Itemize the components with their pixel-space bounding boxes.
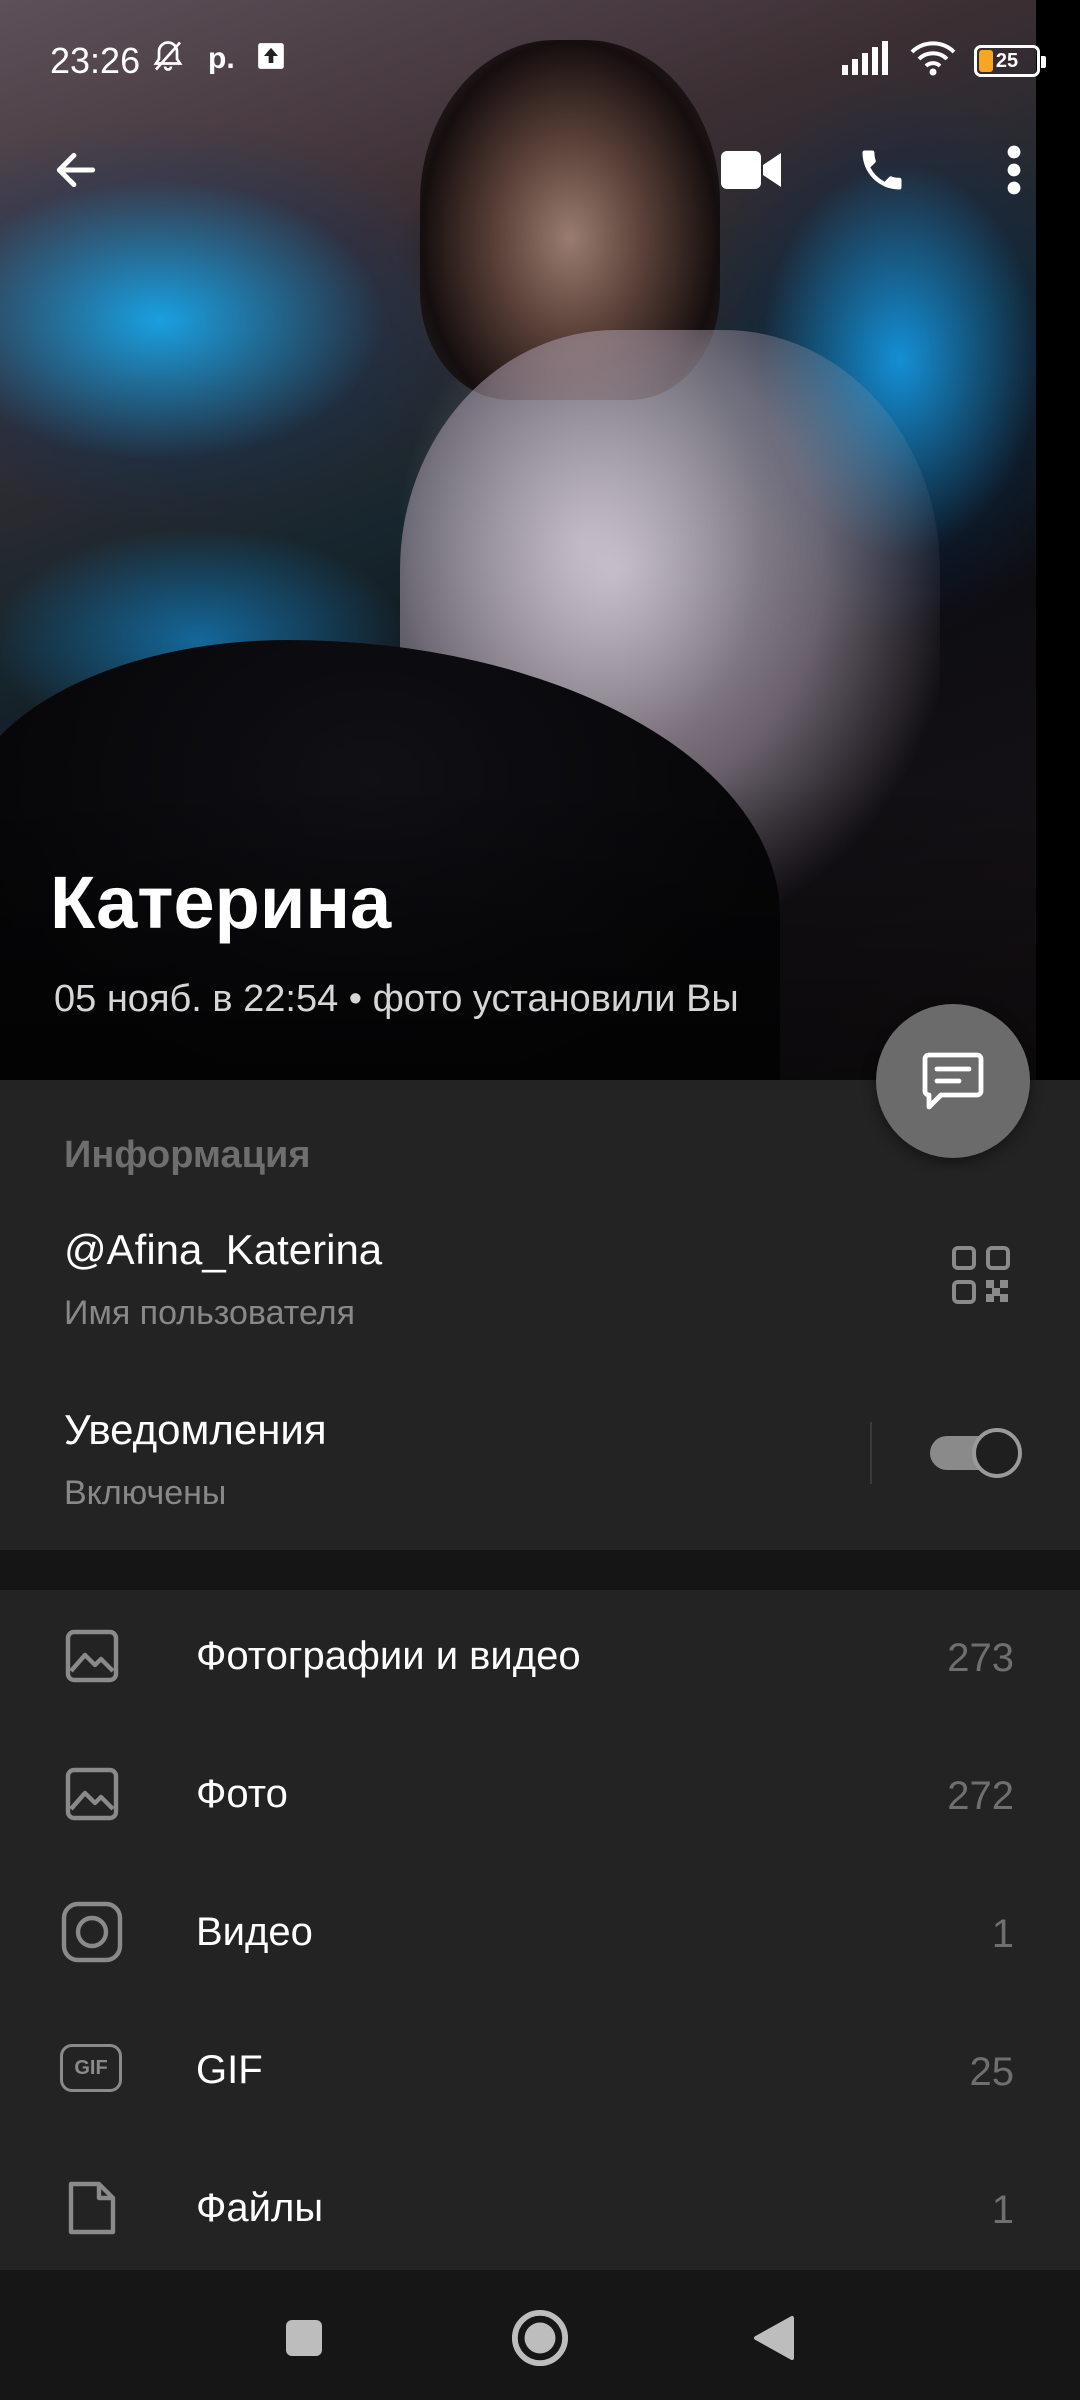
username-row[interactable]: @Afina_Katerina Имя пользователя <box>0 1200 1080 1360</box>
recents-button[interactable] <box>264 2298 344 2378</box>
media-count: 272 <box>947 1774 1014 1818</box>
image-icon <box>60 1762 124 1826</box>
arrow-left-icon <box>56 152 96 188</box>
username-value: @Afina_Katerina <box>64 1226 383 1273</box>
p-icon: р. <box>208 41 235 75</box>
muted-bell-icon <box>150 38 186 79</box>
media-count: 1 <box>991 1912 1014 1956</box>
upload-icon <box>257 42 285 75</box>
media-label: Видео <box>196 1910 313 1954</box>
notifications-toggle[interactable] <box>926 1426 1024 1480</box>
message-icon <box>922 1052 984 1110</box>
media-label: Фото <box>196 1772 288 1816</box>
media-label: Файлы <box>196 2186 324 2230</box>
call-button[interactable] <box>842 130 922 210</box>
media-row-videos[interactable]: Видео 1 <box>0 1866 1080 2004</box>
file-icon <box>60 2176 124 2240</box>
status-time: 23:26 <box>50 40 141 81</box>
toggle-knob <box>972 1428 1022 1478</box>
status-icons-left: р. <box>150 38 285 79</box>
phone-icon <box>862 150 902 190</box>
signal-icon <box>842 41 892 80</box>
section-gap <box>0 1550 1080 1590</box>
media-count: 1 <box>991 2188 1014 2232</box>
media-count: 25 <box>969 2050 1015 2094</box>
send-message-button[interactable] <box>876 1004 1030 1158</box>
notifications-state: Включены <box>64 1474 227 1512</box>
media-row-photos-videos[interactable]: Фотографии и видео 273 <box>0 1590 1080 1728</box>
media-count: 273 <box>947 1636 1014 1680</box>
image-icon <box>60 1624 124 1688</box>
notifications-row[interactable]: Уведомления Включены <box>0 1380 1080 1540</box>
battery-level: 25 <box>995 49 1019 72</box>
gif-icon: GIF <box>60 2044 122 2092</box>
media-label: GIF <box>196 2048 263 2092</box>
system-navbar <box>0 2270 1080 2400</box>
info-header: Информация <box>64 1134 311 1176</box>
profile-last-seen: 05 нояб. в 22:54 • фото установили Вы <box>54 978 739 1020</box>
shared-media-list: Фотографии и видео 273 Фото 272 Видео 1 … <box>0 1590 1080 2270</box>
qr-code-icon[interactable] <box>952 1246 1010 1304</box>
more-vertical-icon <box>1007 145 1021 195</box>
battery-icon: 25 <box>974 44 1046 77</box>
video-call-button[interactable] <box>712 130 792 210</box>
home-button[interactable] <box>500 2298 580 2378</box>
info-section: Информация @Afina_Katerina Имя пользоват… <box>0 1080 1080 1550</box>
status-icons-right: 25 <box>842 40 1046 81</box>
notifications-label: Уведомления <box>64 1406 327 1453</box>
media-row-gif[interactable]: GIF GIF 25 <box>0 2004 1080 2142</box>
battery-fill <box>979 49 993 72</box>
more-menu-button[interactable] <box>974 130 1054 210</box>
wifi-icon <box>910 40 956 81</box>
video-icon <box>60 1900 124 1964</box>
back-button[interactable] <box>36 130 116 210</box>
top-toolbar <box>0 120 1080 220</box>
media-row-photos[interactable]: Фото 272 <box>0 1728 1080 1866</box>
notifications-divider <box>870 1422 872 1484</box>
gif-icon-text: GIF <box>74 2056 108 2079</box>
profile-name: Катерина <box>50 861 392 944</box>
media-row-files[interactable]: Файлы 1 <box>0 2142 1080 2280</box>
media-label: Фотографии и видео <box>196 1634 581 1678</box>
nav-back-button[interactable] <box>734 2298 814 2378</box>
username-caption: Имя пользователя <box>64 1294 355 1332</box>
status-bar: 23:26 р. 25 <box>0 0 1080 120</box>
triangle-back-icon <box>754 2316 794 2360</box>
square-icon <box>286 2320 322 2356</box>
home-circle-icon <box>511 2309 569 2367</box>
video-camera-icon <box>721 151 781 189</box>
